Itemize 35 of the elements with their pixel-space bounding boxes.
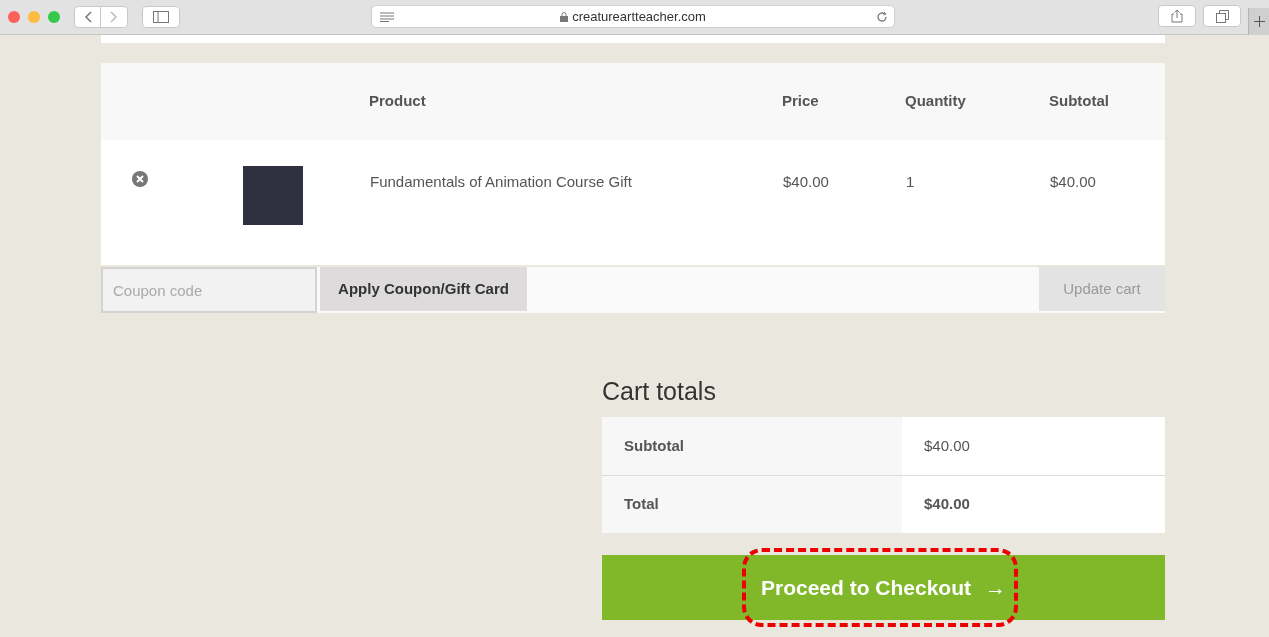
product-name[interactable]: Fundamentals of Animation Course Gift [370, 171, 783, 194]
share-button[interactable] [1158, 5, 1196, 27]
remove-icon[interactable] [132, 171, 148, 187]
apply-coupon-button[interactable]: Apply Coupon/Gift Card [320, 267, 527, 311]
chevron-left-icon [83, 11, 92, 23]
column-header: Product [369, 91, 427, 112]
column-header: Price [782, 91, 820, 112]
product-thumbnail[interactable] [243, 166, 303, 225]
tabs-icon [1215, 9, 1229, 23]
sidebar-button[interactable] [142, 6, 180, 28]
totals-label: Subtotal [602, 417, 902, 475]
close-window-icon[interactable] [8, 11, 20, 23]
coupon-field[interactable]: Coupon code [101, 267, 317, 313]
sidebar-icon [153, 11, 169, 23]
plus-icon [1253, 16, 1265, 27]
maximize-window-icon[interactable] [48, 11, 60, 23]
totals-value: $40.00 [923, 494, 970, 515]
totals-label: Total [602, 476, 902, 533]
lock-icon [560, 11, 569, 22]
share-icon [1171, 9, 1183, 23]
product-subtotal: $40.00 [1050, 172, 1097, 192]
reload-icon[interactable] [876, 10, 888, 23]
totals-value: $40.00 [923, 435, 970, 456]
address-bar[interactable]: creatureartteacher.com [371, 5, 895, 28]
new-tab-button[interactable] [1248, 8, 1269, 35]
chevron-right-icon [110, 11, 118, 23]
minimize-window-icon[interactable] [28, 11, 40, 23]
column-header: Quantity [905, 91, 967, 112]
url-text: creatureartteacher.com [572, 7, 706, 26]
column-header: Subtotal [1049, 91, 1110, 112]
product-quantity: 1 [906, 172, 916, 192]
reader-icon[interactable] [380, 11, 394, 22]
tabs-button[interactable] [1203, 5, 1241, 27]
product-price: $40.00 [783, 172, 830, 192]
cart-totals-heading: Cart totals [602, 376, 717, 407]
